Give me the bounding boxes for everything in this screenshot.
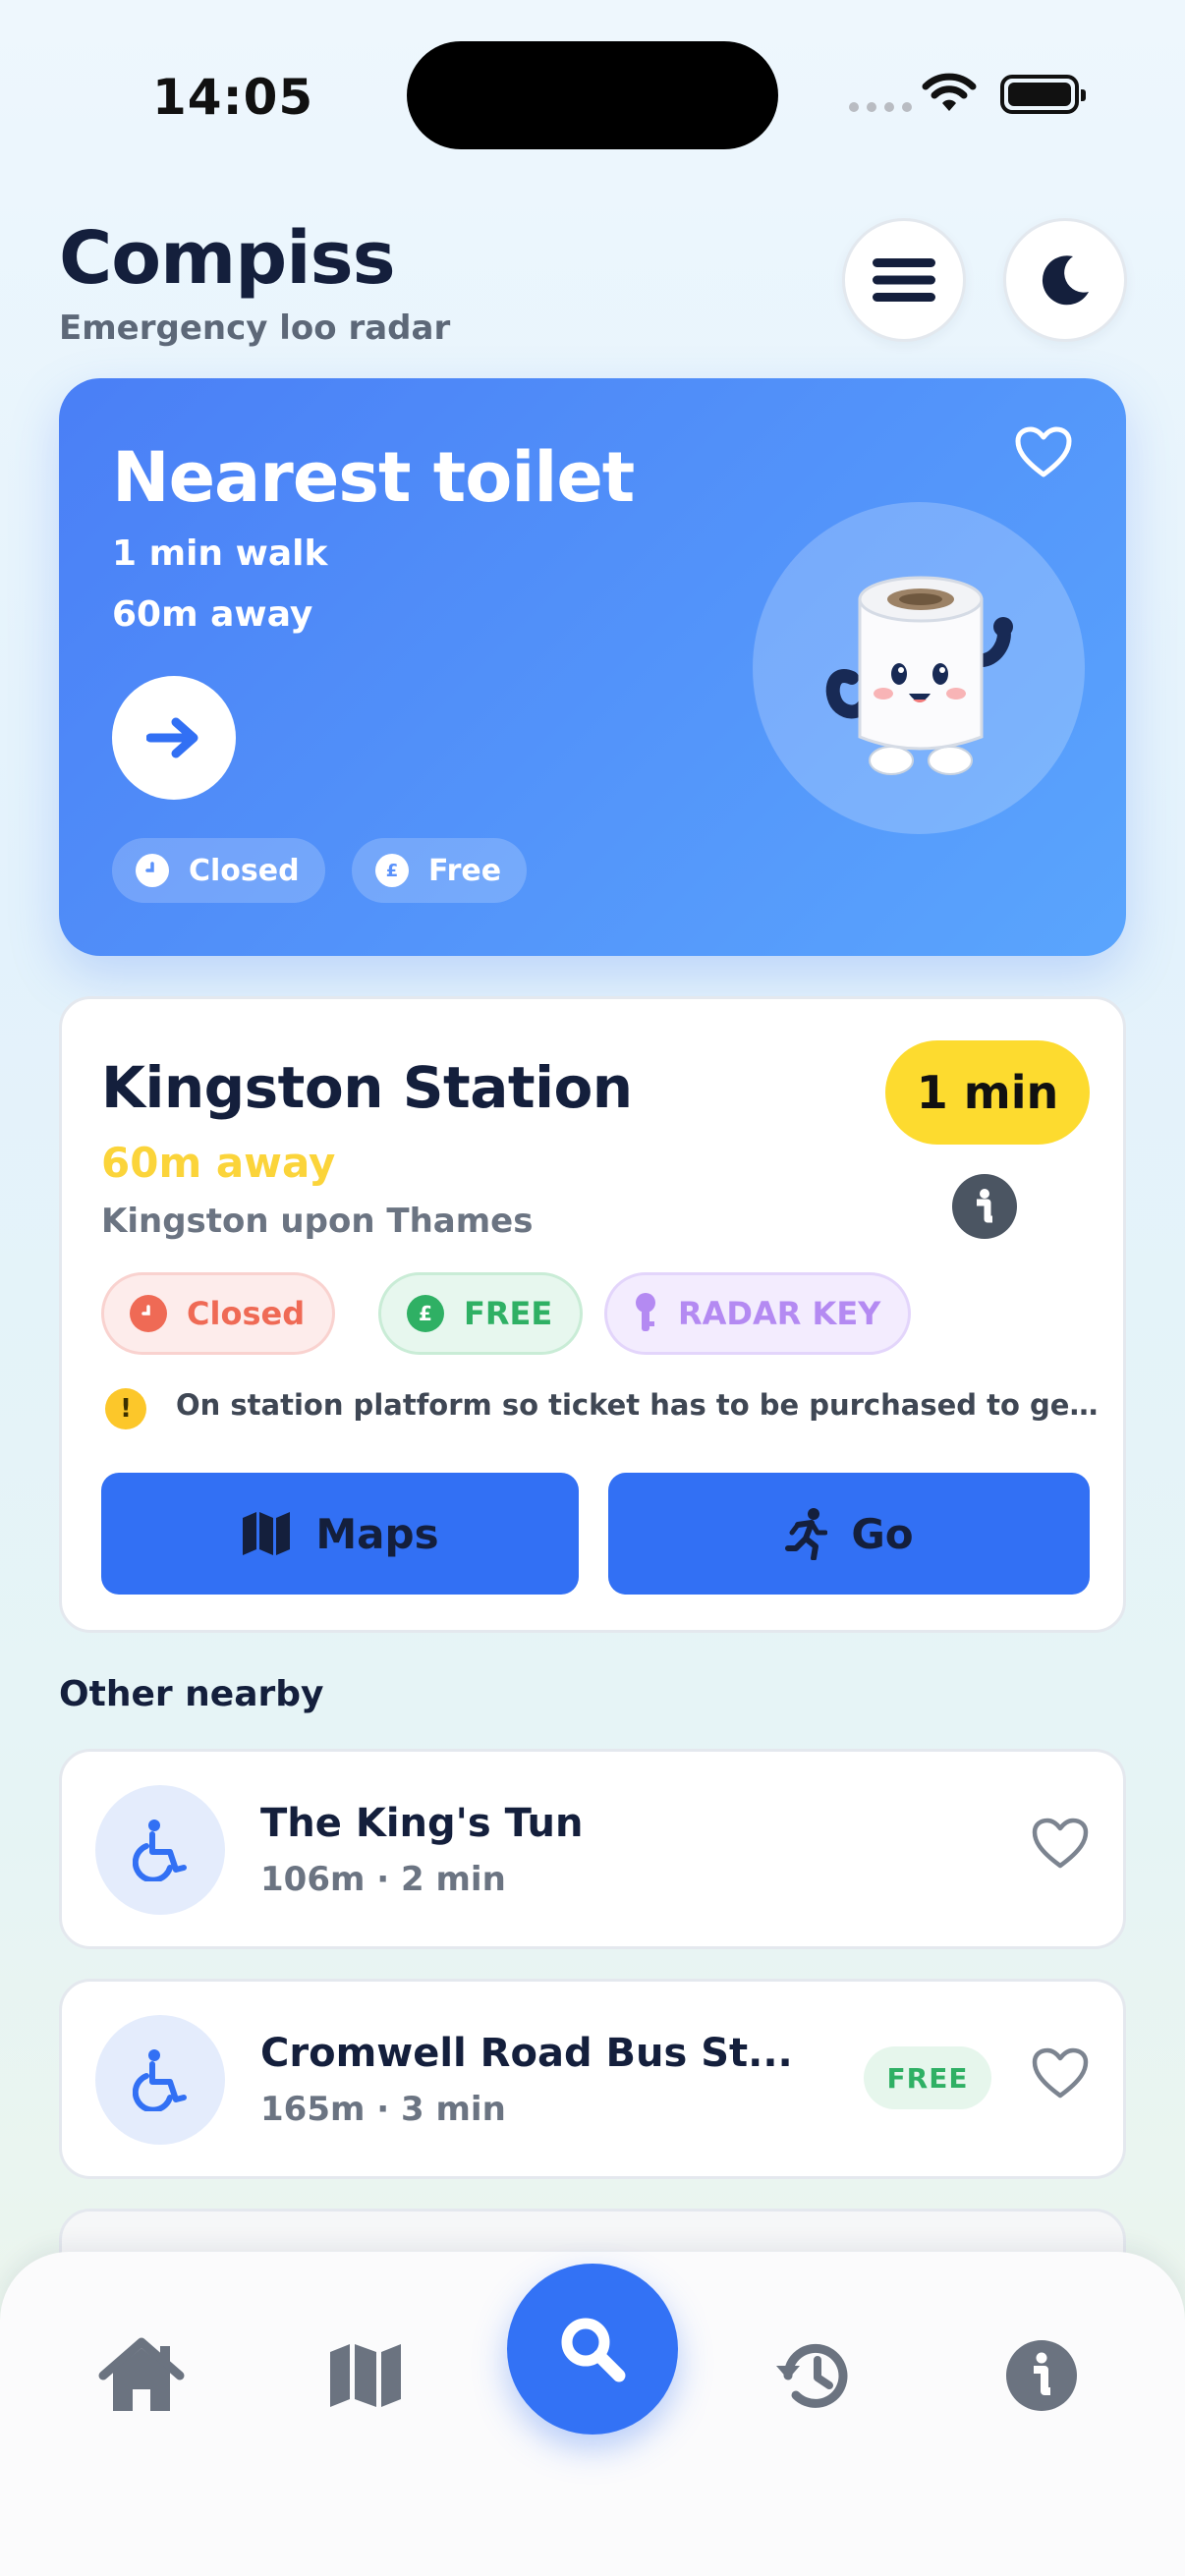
toilet-distance: 60m away: [101, 1139, 336, 1187]
maps-button-label: Maps: [315, 1509, 439, 1558]
toilet-detail-card[interactable]: Kingston Station 60m away Kingston upon …: [59, 996, 1126, 1633]
go-button[interactable]: Go: [608, 1473, 1090, 1595]
favorite-heart-icon[interactable]: [1031, 2046, 1090, 2101]
free-badge: FREE: [864, 2046, 991, 2109]
dynamic-island: [407, 41, 778, 149]
history-icon: [776, 2343, 848, 2408]
hero-title: Nearest toilet: [112, 437, 635, 518]
wheelchair-icon: [95, 1785, 225, 1915]
toilet-area: Kingston upon Thames: [101, 1202, 534, 1241]
hero-price-label: Free: [428, 853, 502, 888]
tab-home[interactable]: [92, 2326, 191, 2425]
arrow-right-icon: [146, 717, 198, 758]
hero-distance: 60m away: [112, 594, 313, 635]
menu-button[interactable]: [842, 218, 966, 342]
hero-walk-time: 1 min walk: [112, 533, 328, 574]
maps-button[interactable]: Maps: [101, 1473, 579, 1595]
toilet-roll-mascot: [753, 502, 1085, 834]
price-tag-label: FREE: [464, 1295, 553, 1332]
status-tag-closed: Closed: [101, 1272, 336, 1355]
tab-search[interactable]: [507, 2264, 678, 2435]
hero-status-chip: Closed: [112, 838, 325, 903]
pound-icon: £: [375, 854, 409, 887]
clock-icon: [136, 854, 169, 887]
toilet-note: On station platform so ticket has to be …: [176, 1388, 1100, 1422]
wheelchair-icon: [95, 2015, 225, 2145]
map-icon: [330, 2344, 401, 2407]
price-tag-free: £ FREE: [378, 1272, 584, 1355]
key-icon: [636, 1293, 655, 1331]
hero-price-chip: £ Free: [352, 838, 528, 903]
search-icon: [561, 2318, 626, 2382]
theme-toggle-button[interactable]: [1003, 218, 1127, 342]
list-item-name: The King's Tun: [260, 1801, 584, 1846]
battery-icon: [1000, 75, 1086, 114]
walk-time-badge: 1 min: [885, 1040, 1090, 1145]
go-button-label: Go: [851, 1509, 914, 1558]
list-item[interactable]: The King's Tun 106m · 2 min: [59, 1749, 1126, 1949]
access-tag-radar-key: RADAR KEY: [604, 1272, 912, 1355]
wifi-icon: [922, 73, 977, 111]
info-icon: [977, 1189, 992, 1223]
favorite-heart-icon[interactable]: [1014, 425, 1073, 480]
info-icon: [1006, 2340, 1077, 2411]
home-icon: [98, 2337, 185, 2411]
section-title-other-nearby: Other nearby: [59, 1674, 324, 1714]
app-title: Compiss: [59, 216, 396, 301]
toilet-roll-mascot-icon: [825, 576, 1013, 775]
tab-map[interactable]: [316, 2326, 415, 2425]
list-item-meta: 165m · 3 min: [260, 2090, 506, 2129]
list-item-meta: 106m · 2 min: [260, 1860, 506, 1899]
map-icon: [243, 1512, 291, 1555]
status-time: 14:05: [152, 69, 314, 126]
pound-icon: £: [407, 1295, 444, 1332]
tab-info[interactable]: [992, 2326, 1091, 2425]
list-item[interactable]: Cromwell Road Bus St... 165m · 3 min FRE…: [59, 1979, 1126, 2179]
hero-navigate-button[interactable]: [112, 676, 236, 800]
details-info-button[interactable]: [952, 1174, 1017, 1239]
hamburger-menu-icon: [873, 258, 935, 302]
hero-status-label: Closed: [189, 853, 300, 888]
access-tag-label: RADAR KEY: [678, 1295, 881, 1332]
list-item-name: Cromwell Road Bus St...: [260, 2031, 793, 2076]
moon-icon: [1042, 255, 1089, 306]
status-tag-label: Closed: [187, 1295, 306, 1332]
tab-history[interactable]: [764, 2326, 863, 2425]
favorite-heart-icon[interactable]: [1031, 1817, 1090, 1872]
cellular-signal-icon: [849, 102, 912, 112]
warning-icon: !: [105, 1388, 146, 1429]
clock-icon: [130, 1295, 167, 1332]
toilet-name: Kingston Station: [101, 1054, 633, 1121]
running-person-icon: [785, 1508, 828, 1560]
app-subtitle: Emergency loo radar: [59, 308, 451, 348]
nearest-toilet-card[interactable]: Nearest toilet 1 min walk 60m away Close…: [59, 378, 1126, 956]
